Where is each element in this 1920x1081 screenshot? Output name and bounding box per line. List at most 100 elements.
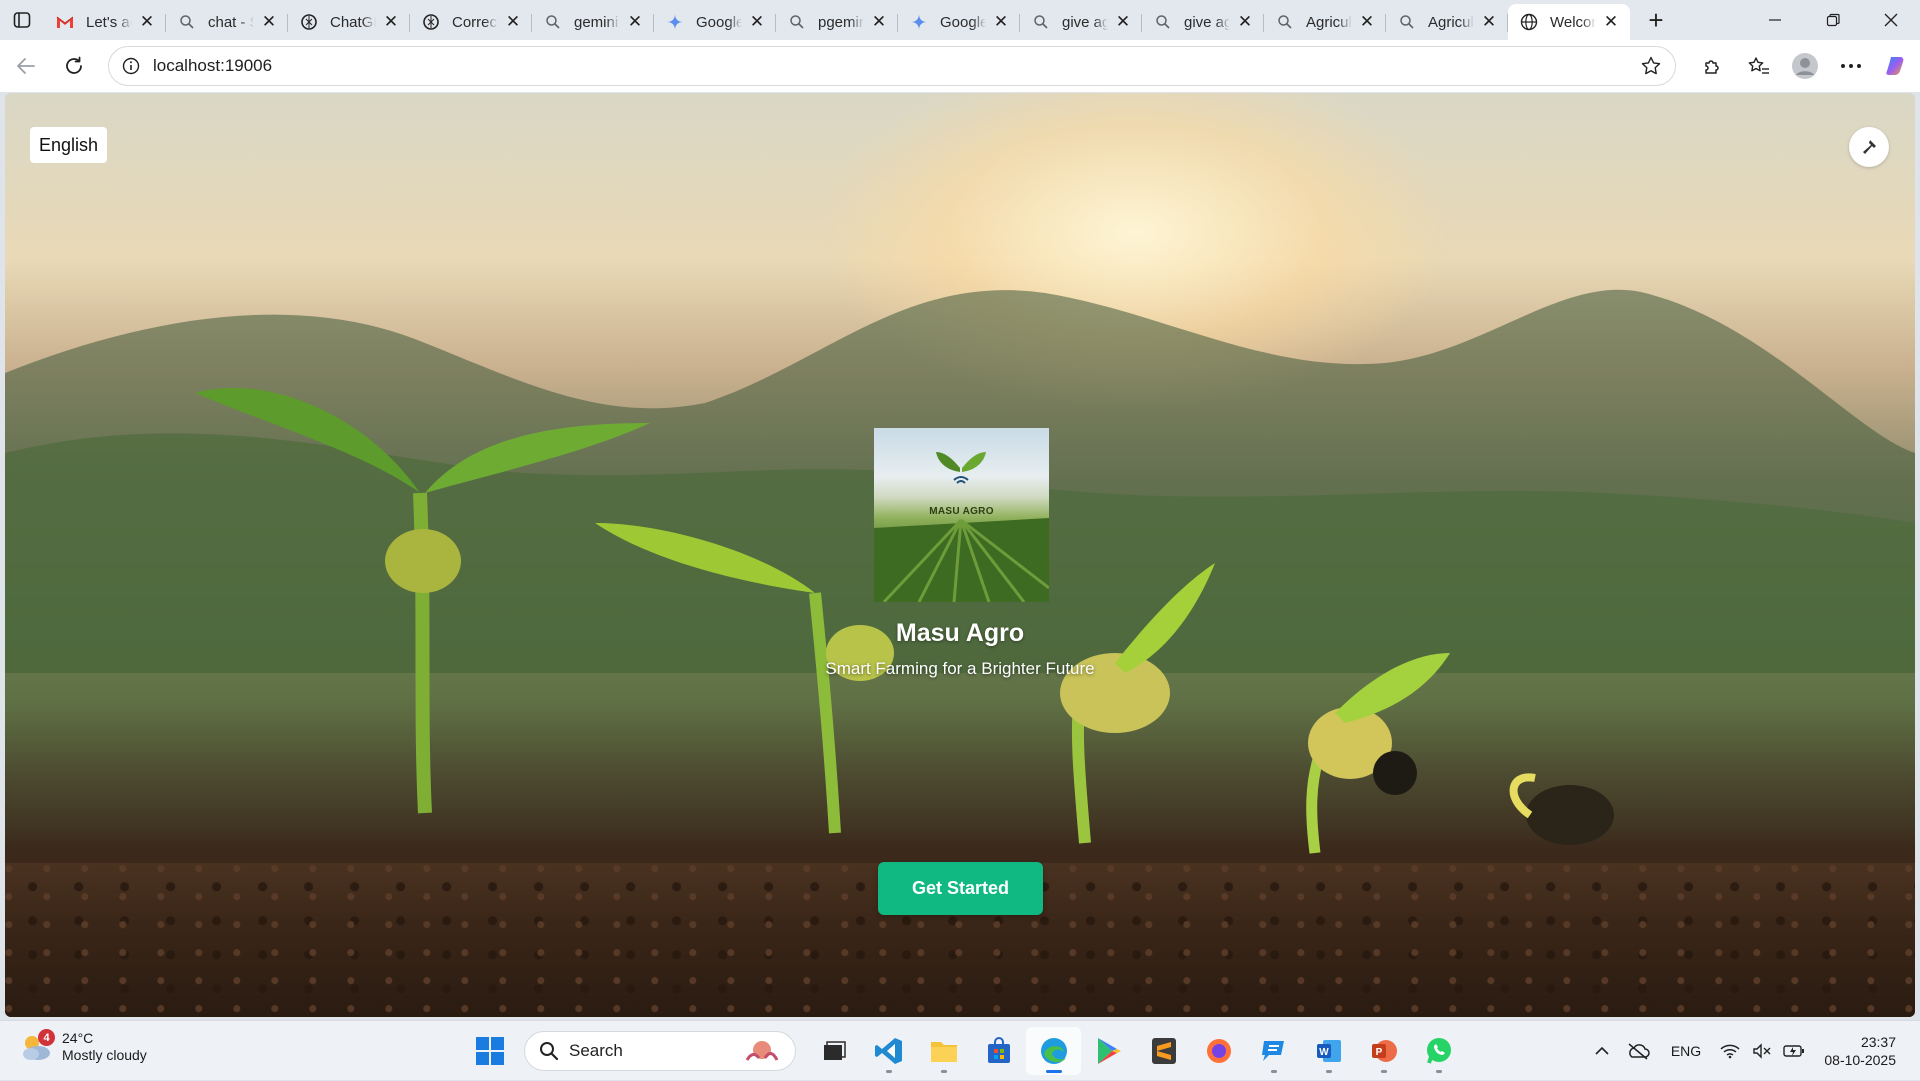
leaf-icon: [936, 452, 960, 472]
tab[interactable]: Google ✕: [898, 5, 1020, 39]
system-tray: ENG 23:37 08-10-2025: [1586, 1021, 1920, 1081]
tab-close-button[interactable]: ✕: [748, 12, 766, 31]
favorite-star-icon[interactable]: [1639, 54, 1663, 78]
powerpoint-app[interactable]: P: [1356, 1027, 1411, 1075]
folder-icon: [930, 1042, 957, 1062]
play-store-icon: [1097, 1038, 1121, 1064]
tab-close-button[interactable]: ✕: [1480, 12, 1498, 31]
firefox-icon: [1206, 1039, 1231, 1063]
wifi-status[interactable]: [1714, 1031, 1746, 1071]
tab-title: Welcome: [1550, 13, 1596, 31]
get-started-button[interactable]: Get Started: [878, 862, 1043, 915]
file-explorer-app[interactable]: [916, 1027, 971, 1075]
firefox-app[interactable]: [1191, 1027, 1246, 1075]
copilot-icon: [1886, 57, 1904, 75]
copilot-button[interactable]: [1874, 46, 1920, 86]
tab-close-button[interactable]: ✕: [992, 12, 1010, 31]
start-button[interactable]: [470, 1031, 510, 1071]
volume-status[interactable]: [1746, 1031, 1778, 1071]
chevron-up-icon: [1595, 1046, 1609, 1055]
close-icon: [1884, 13, 1898, 27]
edge-browser-app[interactable]: [1026, 1027, 1081, 1075]
extensions-button[interactable]: [1690, 46, 1736, 86]
tab[interactable]: Agricul ✕: [1386, 5, 1508, 39]
tab-close-button[interactable]: ✕: [382, 12, 400, 31]
tab-close-button[interactable]: ✕: [260, 12, 278, 31]
tab-close-button[interactable]: ✕: [1358, 12, 1376, 31]
search-icon: [1276, 13, 1294, 31]
clock-time: 23:37: [1860, 1034, 1896, 1050]
tab-title: Let's ac: [86, 13, 132, 31]
tab-close-button[interactable]: ✕: [870, 12, 888, 31]
onedrive-status[interactable]: [1618, 1031, 1658, 1071]
word-app[interactable]: W: [1301, 1027, 1356, 1075]
weather-text: 24°C Mostly cloudy: [62, 1030, 147, 1064]
windows-taskbar: 4 24°C Mostly cloudy Search W P ENG 23:3…: [0, 1020, 1920, 1080]
site-info-icon[interactable]: [121, 56, 141, 76]
minimize-button[interactable]: [1746, 0, 1804, 40]
profile-button[interactable]: [1782, 46, 1828, 86]
tab-close-button[interactable]: ✕: [504, 12, 522, 31]
puzzle-icon: [1705, 60, 1719, 74]
tab[interactable]: give ag ✕: [1020, 5, 1142, 39]
tab-title: Google: [940, 13, 986, 31]
welcome-hero: MASU AGRO Masu Agro Smart Farming for a …: [5, 93, 1915, 1017]
favorites-button[interactable]: [1736, 46, 1782, 86]
tab-actions-button[interactable]: [0, 0, 44, 40]
chat-app[interactable]: [1246, 1027, 1301, 1075]
browser-tab-strip: Let's ac✕chat - S✕ChatGPT✕Correct✕gemini…: [0, 0, 1920, 40]
cloudy-weather-icon: 4: [18, 1029, 55, 1065]
back-button[interactable]: [4, 44, 48, 88]
tab[interactable]: Correct ✕: [410, 5, 532, 39]
tab-close-button[interactable]: ✕: [1236, 12, 1254, 31]
show-hidden-icons-button[interactable]: [1586, 1031, 1618, 1071]
sublime-icon: [1151, 1038, 1176, 1064]
back-arrow-icon: [17, 58, 35, 74]
tab-active[interactable]: Welcome ✕: [1508, 4, 1630, 40]
taskbar-search-box[interactable]: Search: [524, 1031, 796, 1071]
tab[interactable]: pgemini ✕: [776, 5, 898, 39]
tab-close-button[interactable]: ✕: [138, 12, 156, 31]
tab[interactable]: Google ✕: [654, 5, 776, 39]
app-tagline: Smart Farming for a Brighter Future: [825, 659, 1095, 678]
address-bar[interactable]: localhost:19006: [108, 46, 1676, 86]
weather-condition: Mostly cloudy: [62, 1047, 147, 1063]
new-tab-button[interactable]: +: [1636, 0, 1676, 40]
tab[interactable]: Let's ac ✕: [44, 5, 166, 39]
logo-text: MASU AGRO: [929, 506, 994, 517]
window-controls: [1746, 0, 1920, 40]
svg-text:W: W: [1319, 1047, 1329, 1058]
tab-close-button[interactable]: ✕: [1602, 12, 1620, 31]
tab-title: pgemini: [818, 13, 864, 31]
weather-alert-badge: 4: [38, 1029, 55, 1046]
weather-widget[interactable]: 4 24°C Mostly cloudy: [18, 1029, 147, 1065]
tab[interactable]: chat - S ✕: [166, 5, 288, 39]
tab[interactable]: gemini ✕: [532, 5, 654, 39]
battery-charging-icon: [1783, 1045, 1804, 1057]
chatgpt-icon: [422, 13, 440, 31]
tab[interactable]: give ag ✕: [1142, 5, 1264, 39]
wifi-icon: [1720, 1044, 1740, 1059]
url-text[interactable]: localhost:19006: [153, 56, 1639, 76]
tab-close-button[interactable]: ✕: [626, 12, 644, 31]
battery-status[interactable]: [1778, 1031, 1810, 1071]
search-icon: [544, 13, 562, 31]
system-clock[interactable]: 23:37 08-10-2025: [1810, 1033, 1920, 1069]
vscode-app[interactable]: [861, 1027, 916, 1075]
tab-title: Agricul: [1306, 13, 1352, 31]
google-play-app[interactable]: [1081, 1027, 1136, 1075]
tab[interactable]: Agricul ✕: [1264, 5, 1386, 39]
whatsapp-app[interactable]: [1411, 1027, 1466, 1075]
sublime-text-app[interactable]: [1136, 1027, 1191, 1075]
input-language[interactable]: ENG: [1658, 1043, 1714, 1059]
close-window-button[interactable]: [1862, 0, 1920, 40]
tab-title: gemini: [574, 13, 619, 31]
tab-close-button[interactable]: ✕: [1114, 12, 1132, 31]
microsoft-store-app[interactable]: [971, 1027, 1026, 1075]
search-icon: [788, 13, 806, 31]
reload-button[interactable]: [52, 44, 96, 88]
settings-menu-button[interactable]: [1828, 46, 1874, 86]
tab[interactable]: ChatGPT ✕: [288, 5, 410, 39]
task-view-button[interactable]: [806, 1027, 861, 1075]
restore-button[interactable]: [1804, 0, 1862, 40]
